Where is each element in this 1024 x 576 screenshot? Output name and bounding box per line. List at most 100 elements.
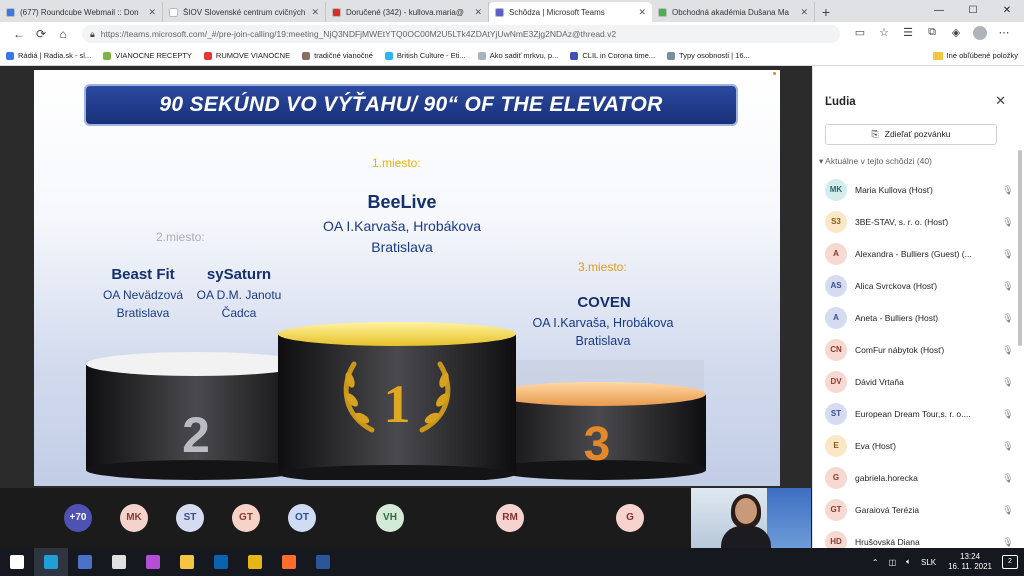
- podium-third-block: 3: [492, 382, 706, 480]
- other-bookmarks-folder[interactable]: Iné obľúbené položky: [932, 51, 1018, 60]
- avatar: DV: [825, 371, 847, 393]
- avatar: MK: [825, 179, 847, 201]
- bookmark-item[interactable]: Ako sadiť mrkvu, p...: [477, 51, 558, 60]
- participant-list: MK Maria Kullova (Hosť) 🎙︎ S3 3BE-STAV, s. r…: [813, 174, 1023, 558]
- bookmark-item[interactable]: Rádiá | Radia.sk - sl...: [6, 51, 91, 60]
- bookmark-item[interactable]: CLIL in Corona time...: [570, 51, 655, 60]
- back-icon[interactable]: ←: [8, 27, 30, 41]
- browser-tab[interactable]: Obchodná akadémia Dušana Ma ✕: [652, 2, 815, 22]
- tab-favicon-icon: [6, 7, 15, 17]
- folder-icon[interactable]: [170, 548, 204, 576]
- self-video-preview: [691, 488, 811, 548]
- tab-close-icon[interactable]: ✕: [311, 7, 319, 18]
- first-team-city: Bratislava: [371, 239, 433, 255]
- window-controls: — ☐ ✕: [922, 0, 1024, 22]
- participant-row[interactable]: GT Garaiová Terézia 🎙︎: [813, 494, 1023, 526]
- browser-tab[interactable]: Doručené (342) - kullova.maria@ ✕: [326, 2, 489, 22]
- more-participants-button[interactable]: +70: [64, 504, 92, 532]
- participant-tile-avatar[interactable]: VH: [376, 504, 404, 532]
- slide-title: 90 SEKÚND VO VÝŤAHU/ 90“ OF THE ELEVATOR: [84, 84, 738, 126]
- bookmark-item[interactable]: tradičné vianočné: [302, 51, 373, 60]
- windows-start-icon[interactable]: [0, 548, 34, 576]
- mic-muted-icon: 🎙︎: [1002, 472, 1014, 483]
- folder-icon: [932, 51, 943, 60]
- clock[interactable]: 13:24 16. 11. 2021: [948, 552, 992, 572]
- avatar: G: [825, 467, 847, 489]
- participant-tile-avatar[interactable]: MK: [120, 504, 148, 532]
- browser-tab[interactable]: (677) Roundcube Webmail :: Don ✕: [0, 2, 163, 22]
- tab-close-icon[interactable]: ✕: [148, 7, 156, 18]
- participant-row[interactable]: S3 3BE-STAV, s. r. o. (Hosť) 🎙︎: [813, 206, 1023, 238]
- network-icon[interactable]: ◫: [889, 558, 897, 567]
- more-menu-icon[interactable]: ⋯: [992, 26, 1016, 43]
- bookmark-icon: [570, 51, 579, 60]
- participant-name: Dávid Vrtaňa: [855, 377, 904, 387]
- bookmark-label: Rádiá | Radia.sk - sl...: [18, 51, 92, 60]
- mic-muted-icon: 🎙︎: [1002, 280, 1014, 291]
- participant-row[interactable]: MK Maria Kullova (Hosť) 🎙︎: [813, 174, 1023, 206]
- bookmark-item[interactable]: Typy osobnosti | 16...: [667, 51, 750, 60]
- browser-tab[interactable]: ŠIOV Slovenské centrum cvičných ✕: [163, 2, 326, 22]
- participant-tile-avatar[interactable]: OT: [288, 504, 316, 532]
- participant-tile-avatar[interactable]: ST: [176, 504, 204, 532]
- url-input[interactable]: 🔒︎ https://teams.microsoft.com/_#/pre-jo…: [82, 25, 840, 43]
- tab-close-icon[interactable]: ✕: [800, 7, 808, 18]
- participant-row[interactable]: Ggabriela.horecka 🎙︎: [813, 462, 1023, 494]
- participant-tile-avatar[interactable]: GT: [232, 504, 260, 532]
- avatar: E: [825, 435, 847, 457]
- outlook-icon[interactable]: [204, 548, 238, 576]
- close-window-icon[interactable]: ✕: [990, 0, 1024, 22]
- mic-muted-icon: 🎙︎: [1002, 440, 1014, 451]
- participant-row[interactable]: ST European Dream Tour,s. r. o.... 🎙︎: [813, 398, 1023, 430]
- profile-avatar[interactable]: [968, 25, 992, 43]
- participant-row[interactable]: E Eva (Hosť) 🎙︎: [813, 430, 1023, 462]
- participant-row[interactable]: A Alexandra - Bulliers (Guest) (... 🎙︎: [813, 238, 1023, 270]
- collections-icon[interactable]: ⧉: [920, 26, 944, 43]
- save-icon[interactable]: [68, 548, 102, 576]
- participant-row[interactable]: A Aneta - Bulliers (Host) 🎙︎: [813, 302, 1023, 334]
- second-team-a-name: Beast Fit: [111, 266, 175, 283]
- participant-tile-avatar[interactable]: G: [616, 504, 644, 532]
- share-invite-button[interactable]: ⎘ Zdieľať pozvánku: [825, 124, 997, 145]
- language-indicator[interactable]: SLK: [921, 558, 936, 567]
- firefox-icon[interactable]: [272, 548, 306, 576]
- bookmark-item[interactable]: VIANOCNE RECEPTY: [103, 51, 192, 60]
- podium-third-number: 3: [584, 418, 611, 471]
- home-icon[interactable]: ⌂: [52, 27, 74, 41]
- participant-tile-avatar[interactable]: RM: [496, 504, 524, 532]
- participant-name: Alica Svrckova (Hosť): [855, 281, 938, 291]
- favorites-icon[interactable]: ☰: [896, 26, 920, 43]
- close-icon[interactable]: ✕: [995, 93, 1006, 109]
- favorite-star-icon[interactable]: ☆: [872, 26, 896, 43]
- people-scrollbar[interactable]: [1018, 150, 1022, 346]
- store-icon[interactable]: [136, 548, 170, 576]
- participants-group-header[interactable]: ▾ Aktuálne v tejto schôdzi (40): [819, 156, 932, 167]
- edge-icon[interactable]: [34, 548, 68, 576]
- browser-tab-strip: (677) Roundcube Webmail :: Don ✕ ŠIOV Slov…: [0, 0, 1024, 22]
- tab-close-icon[interactable]: ✕: [638, 7, 646, 18]
- bookmark-item[interactable]: RUMOVE VIANOCNE: [203, 51, 290, 60]
- bookmark-item[interactable]: British Culture - Eti...: [384, 51, 466, 60]
- tab-close-icon[interactable]: ✕: [474, 7, 482, 18]
- word-icon[interactable]: [306, 548, 340, 576]
- podium-first-number: 1: [384, 374, 411, 434]
- tray-up-icon[interactable]: ⌃: [872, 558, 879, 567]
- lock-icon[interactable]: [102, 548, 136, 576]
- camera-icon[interactable]: ▭: [848, 26, 872, 43]
- volume-icon[interactable]: 🔈︎: [906, 557, 911, 567]
- mic-muted-icon: 🎙︎: [1002, 344, 1014, 355]
- participant-row[interactable]: DV Dávid Vrtaňa 🎙︎: [813, 366, 1023, 398]
- mic-muted-icon: 🎙︎: [1002, 504, 1014, 515]
- maximize-icon[interactable]: ☐: [956, 0, 990, 22]
- windows-taskbar: ⌃ ◫ 🔈︎ SLK 13:24 16. 11. 2021 2: [0, 548, 1024, 576]
- new-tab-button[interactable]: +: [815, 2, 837, 22]
- avatar: ST: [825, 403, 847, 425]
- refresh-icon[interactable]: ⟳: [30, 27, 52, 41]
- participant-row[interactable]: CN ComFur nábytok (Hosť) 🎙︎: [813, 334, 1023, 366]
- chrome-icon[interactable]: [238, 548, 272, 576]
- extensions-icon[interactable]: ◈: [944, 26, 968, 43]
- minimize-icon[interactable]: —: [922, 0, 956, 22]
- browser-tab[interactable]: Schôdza | Microsoft Teams ✕: [489, 2, 652, 22]
- notification-icon[interactable]: 2: [1002, 555, 1018, 569]
- participant-row[interactable]: AS Alica Svrckova (Hosť) 🎙︎: [813, 270, 1023, 302]
